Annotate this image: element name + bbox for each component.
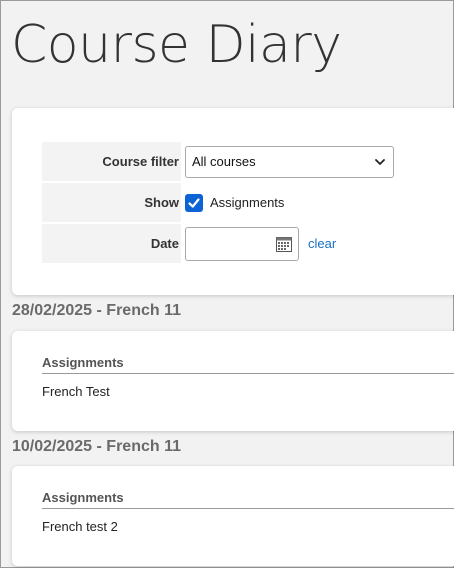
filter-table: Course filter All courses Show Assignmen…: [42, 142, 394, 265]
date-label: Date: [42, 224, 181, 263]
assignments-checkbox-label[interactable]: Assignments: [210, 195, 284, 210]
assignment-item: French test 2: [42, 519, 118, 534]
assignment-item: French Test: [42, 384, 110, 399]
checkmark-icon: [188, 197, 200, 208]
course-filter-value: All courses: [192, 154, 256, 169]
assignments-checkbox[interactable]: [185, 193, 203, 212]
show-row: Show Assignments: [42, 183, 394, 222]
course-filter-row: Course filter All courses: [42, 142, 394, 181]
clear-date-link[interactable]: clear: [308, 236, 336, 251]
diary-entry-card: Assignments French test 2: [12, 466, 454, 566]
chevron-down-icon: [375, 158, 385, 165]
course-filter-select[interactable]: All courses: [185, 145, 394, 178]
page-title: Course Diary: [11, 15, 342, 75]
diary-entry-heading: 10/02/2025 - French 11: [12, 438, 181, 455]
diary-entry-card: Assignments French Test: [12, 331, 454, 431]
show-label: Show: [42, 183, 181, 222]
course-filter-label: Course filter: [42, 142, 181, 181]
divider: [42, 508, 454, 509]
date-row: Date clear: [42, 224, 394, 263]
calendar-icon[interactable]: [276, 236, 292, 252]
divider: [42, 373, 454, 374]
assignments-section-title: Assignments: [42, 355, 124, 370]
filter-panel: Course filter All courses Show Assignmen…: [12, 108, 454, 295]
date-input[interactable]: [185, 226, 299, 261]
assignments-section-title: Assignments: [42, 490, 124, 505]
diary-entry-heading: 28/02/2025 - French 11: [12, 302, 181, 319]
